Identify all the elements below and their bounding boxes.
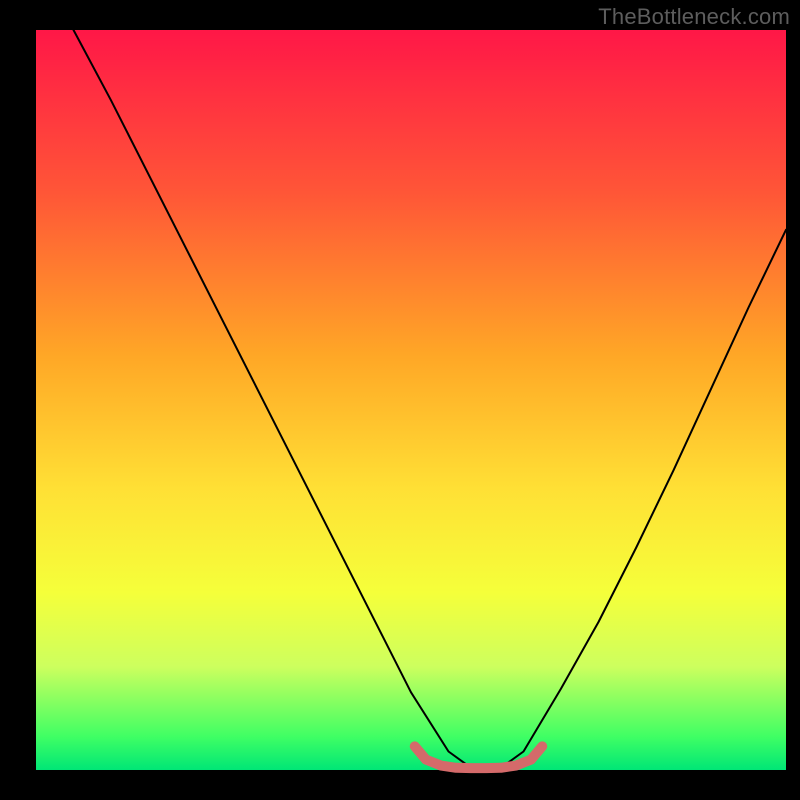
chart-background <box>36 30 786 770</box>
chart-frame: TheBottleneck.com <box>0 0 800 800</box>
watermark-text: TheBottleneck.com <box>598 4 790 30</box>
bottleneck-chart <box>0 0 800 800</box>
